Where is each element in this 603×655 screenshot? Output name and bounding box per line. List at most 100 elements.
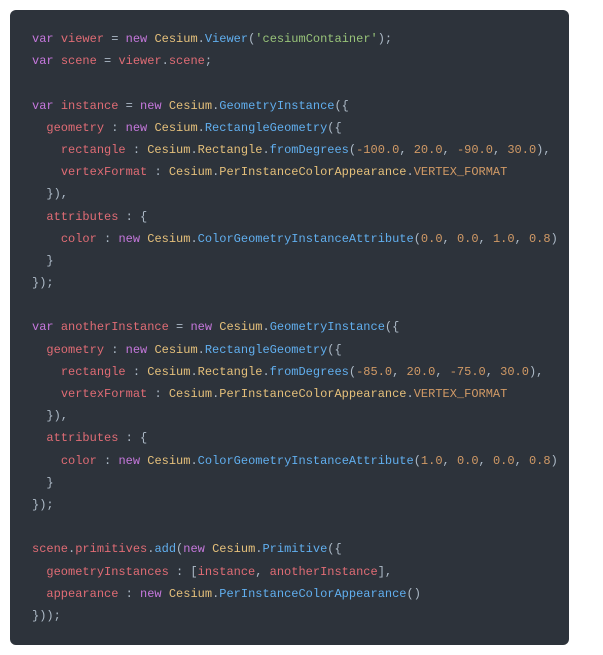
punct: ({	[327, 542, 341, 556]
punct: ,	[435, 365, 449, 379]
punct: :	[104, 232, 111, 246]
operator: =	[126, 99, 133, 113]
punct: .	[407, 387, 414, 401]
operator: =	[176, 320, 183, 334]
keyword-new: new	[140, 99, 162, 113]
keyword-new: new	[126, 121, 148, 135]
number: 20.0	[407, 365, 436, 379]
punct: });	[32, 276, 54, 290]
class-cesium: Cesium	[169, 387, 212, 401]
class-appearance: PerInstanceColorAppearance	[219, 165, 406, 179]
keyword-new: new	[118, 454, 140, 468]
code-block: var viewer = new Cesium.Viewer('cesiumCo…	[10, 10, 569, 645]
prop-primitives: primitives	[75, 542, 147, 556]
class-cesium: Cesium	[212, 542, 255, 556]
number: 20.0	[414, 143, 443, 157]
class-rectangle-geometry: RectangleGeometry	[205, 121, 327, 135]
punct: .	[407, 165, 414, 179]
class-cesium: Cesium	[147, 143, 190, 157]
class-viewer: Viewer	[205, 32, 248, 46]
class-cesium: Cesium	[169, 165, 212, 179]
punct: .	[190, 232, 197, 246]
punct: (	[176, 542, 183, 556]
punct: : {	[126, 210, 148, 224]
punct: :	[154, 165, 161, 179]
class-cesium: Cesium	[169, 587, 212, 601]
prop-rectangle: rectangle	[61, 365, 126, 379]
number: 1.0	[493, 232, 515, 246]
punct: }	[46, 476, 53, 490]
punct: ,	[443, 232, 457, 246]
class-primitive: Primitive	[262, 542, 327, 556]
punct: :	[133, 143, 140, 157]
fn-from-degrees: fromDegrees	[270, 143, 349, 157]
number: 0.8	[529, 232, 551, 246]
keyword-var: var	[32, 54, 54, 68]
punct: ,	[493, 143, 507, 157]
class-color-attr: ColorGeometryInstanceAttribute	[198, 232, 414, 246]
class-appearance: PerInstanceColorAppearance	[219, 387, 406, 401]
punct: ,	[515, 232, 529, 246]
keyword-var: var	[32, 320, 54, 334]
number: -85.0	[356, 365, 392, 379]
number: -90.0	[457, 143, 493, 157]
number: 30.0	[500, 365, 529, 379]
punct: ({	[334, 99, 348, 113]
punct: :	[126, 587, 133, 601]
punct: ({	[385, 320, 399, 334]
class-cesium: Cesium	[219, 320, 262, 334]
fn-from-degrees: fromDegrees	[270, 365, 349, 379]
prop-attributes: attributes	[46, 210, 118, 224]
class-rectangle: Rectangle	[198, 143, 263, 157]
punct: ({	[327, 121, 341, 135]
prop-color: color	[61, 454, 97, 468]
number: 0.0	[421, 232, 443, 246]
class-geometry-instance: GeometryInstance	[270, 320, 385, 334]
punct: :	[133, 365, 140, 379]
punct: )	[551, 232, 558, 246]
punct: :	[104, 454, 111, 468]
punct: : {	[126, 431, 148, 445]
identifier-scene: scene	[61, 54, 97, 68]
punct: :	[111, 343, 118, 357]
operator: =	[104, 54, 111, 68]
class-cesium: Cesium	[147, 232, 190, 246]
punct: ),	[529, 365, 543, 379]
class-cesium: Cesium	[154, 343, 197, 357]
class-rectangle-geometry: RectangleGeometry	[205, 343, 327, 357]
fn-add: add	[154, 542, 176, 556]
punct: (	[349, 143, 356, 157]
prop-geometry-instances: geometryInstances	[46, 565, 168, 579]
keyword-var: var	[32, 99, 54, 113]
punct: .	[68, 542, 75, 556]
string-container: 'cesiumContainer'	[255, 32, 377, 46]
keyword-new: new	[126, 32, 148, 46]
punct: }),	[46, 187, 68, 201]
prop-attributes: attributes	[46, 431, 118, 445]
class-geometry-instance: GeometryInstance	[219, 99, 334, 113]
punct: ,	[515, 454, 529, 468]
keyword-new: new	[140, 587, 162, 601]
punct: }));	[32, 609, 61, 623]
identifier-viewer: viewer	[118, 54, 161, 68]
punct: ,	[479, 232, 493, 246]
prop-vertex-format: vertexFormat	[61, 387, 147, 401]
const-vertex-format: VERTEX_FORMAT	[414, 165, 508, 179]
punct: (	[349, 365, 356, 379]
punct: .	[198, 121, 205, 135]
punct: ;	[205, 54, 212, 68]
punct: ,	[486, 365, 500, 379]
prop-appearance: appearance	[46, 587, 118, 601]
keyword-new: new	[126, 343, 148, 357]
identifier-scene: scene	[32, 542, 68, 556]
punct: );	[378, 32, 392, 46]
punct: : [	[176, 565, 198, 579]
class-cesium: Cesium	[169, 99, 212, 113]
punct: ,	[255, 565, 269, 579]
punct: ],	[378, 565, 392, 579]
class-cesium: Cesium	[154, 32, 197, 46]
number: 0.8	[529, 454, 551, 468]
punct: .	[198, 32, 205, 46]
punct: ),	[536, 143, 550, 157]
const-vertex-format: VERTEX_FORMAT	[414, 387, 508, 401]
